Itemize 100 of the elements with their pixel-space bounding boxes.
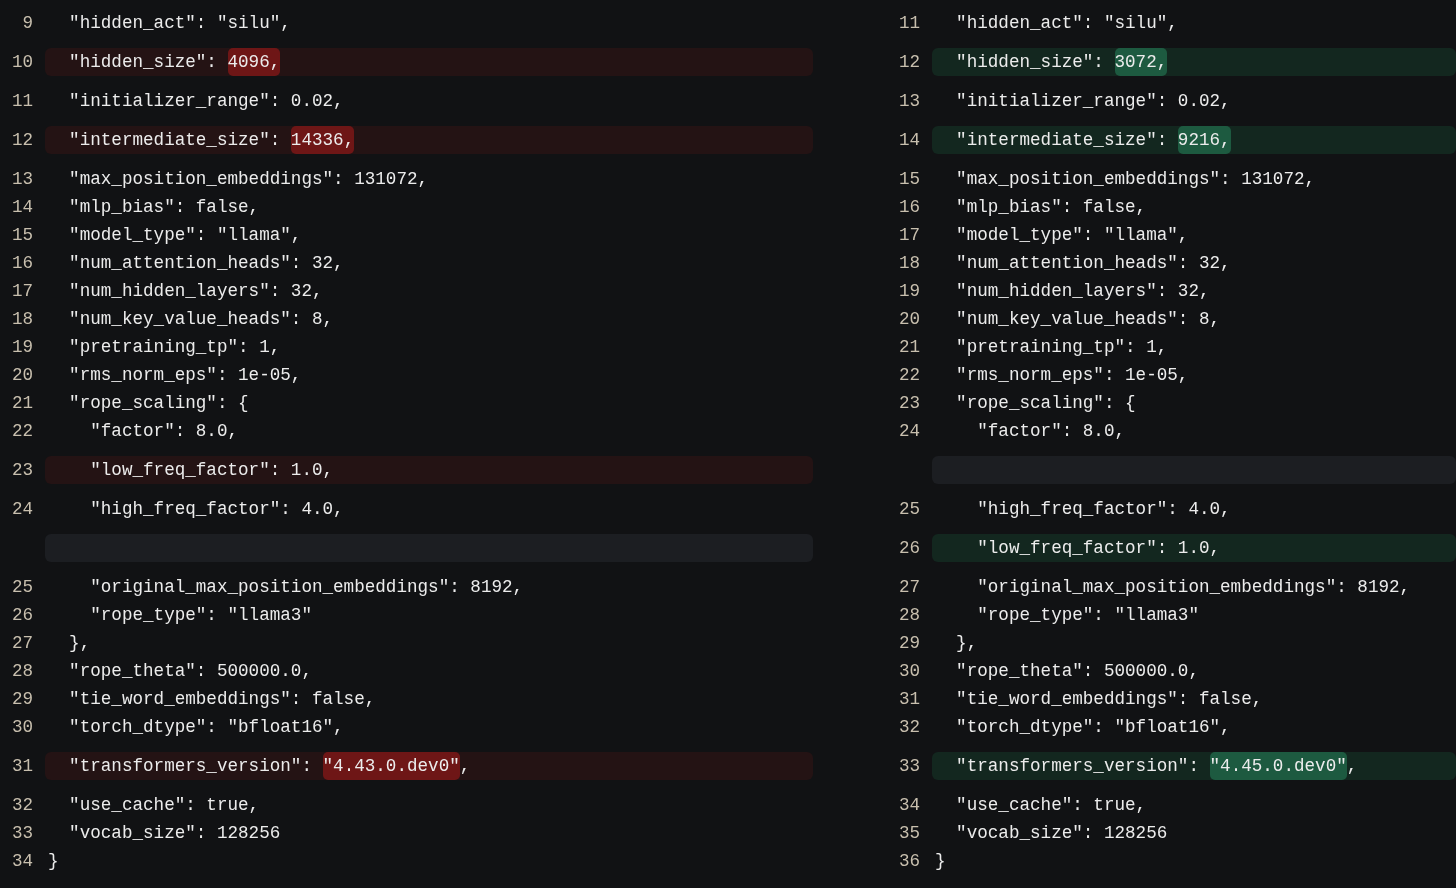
- code-line: "rope_type": "llama3": [89, 603, 312, 627]
- code-line: "num_hidden_layers": 32,: [68, 279, 323, 303]
- code-line: "mlp_bias": false,: [955, 195, 1147, 219]
- line-number: 9: [22, 11, 33, 35]
- code-line: "use_cache": true,: [68, 793, 260, 817]
- code-text: "intermediate_size":: [955, 128, 1169, 152]
- line-number: 31: [898, 687, 920, 711]
- line-number: 15: [898, 167, 920, 191]
- line-number: 36: [898, 849, 920, 873]
- code-line: "rms_norm_eps": 1e-05,: [68, 363, 302, 387]
- changed-text: 3072,: [1114, 47, 1168, 77]
- code-line: "num_key_value_heads": 8,: [68, 307, 334, 331]
- code-text: "hidden_size":: [955, 50, 1105, 74]
- line-number: 16: [11, 251, 33, 275]
- line-number: 11: [898, 11, 920, 35]
- code-text: "low_freq_factor": 1.0,: [976, 536, 1221, 560]
- code-line: "max_position_embeddings": 131072,: [955, 167, 1316, 191]
- code-line: "model_type": "llama",: [68, 223, 302, 247]
- code-text: "transformers_version":: [68, 754, 313, 778]
- line-number: 19: [11, 335, 33, 359]
- line-number: 28: [898, 603, 920, 627]
- code-line: },: [955, 631, 978, 655]
- line-number: 14: [898, 128, 920, 152]
- code-line: }: [934, 849, 946, 873]
- code-line: },: [68, 631, 91, 655]
- code-line: "pretraining_tp": 1,: [955, 335, 1168, 359]
- line-number: 19: [898, 279, 920, 303]
- code-line: "rope_theta": 500000.0,: [955, 659, 1199, 683]
- line-number: 18: [11, 307, 33, 331]
- line-number: 12: [11, 128, 33, 152]
- line-number: 32: [11, 793, 33, 817]
- code-text: "transformers_version":: [955, 754, 1200, 778]
- code-text: ,: [1346, 754, 1358, 778]
- line-number: 21: [11, 391, 33, 415]
- code-line: "tie_word_embeddings": false,: [68, 687, 376, 711]
- line-number: 34: [11, 849, 33, 873]
- line-number: 31: [11, 754, 33, 778]
- line-number: 27: [898, 575, 920, 599]
- code-text: "hidden_size":: [68, 50, 218, 74]
- code-line: "mlp_bias": false,: [68, 195, 260, 219]
- code-text: "intermediate_size":: [68, 128, 282, 152]
- code-line: "pretraining_tp": 1,: [68, 335, 281, 359]
- line-number: 20: [898, 307, 920, 331]
- code-line: "hidden_act": "silu",: [68, 11, 291, 35]
- line-number: 17: [11, 279, 33, 303]
- code-line: "model_type": "llama",: [955, 223, 1189, 247]
- code-text: "low_freq_factor": 1.0,: [89, 458, 334, 482]
- code-line: "factor": 8.0,: [976, 419, 1126, 443]
- line-number: 29: [11, 687, 33, 711]
- code-line: "factor": 8.0,: [89, 419, 239, 443]
- line-number: 25: [898, 497, 920, 521]
- line-number: 12: [898, 50, 920, 74]
- code-text: ,: [459, 754, 471, 778]
- code-line: "rope_theta": 500000.0,: [68, 659, 312, 683]
- line-number: 16: [898, 195, 920, 219]
- line-number: 34: [898, 793, 920, 817]
- line-number: 25: [11, 575, 33, 599]
- code-line: "rope_type": "llama3": [976, 603, 1199, 627]
- changed-text: "4.45.0.dev0": [1209, 751, 1347, 781]
- line-number: 21: [898, 335, 920, 359]
- code-line: "original_max_position_embeddings": 8192,: [976, 575, 1411, 599]
- line-number: 13: [11, 167, 33, 191]
- code-line: "use_cache": true,: [955, 793, 1147, 817]
- line-number: 15: [11, 223, 33, 247]
- code-line: "rope_scaling": {: [955, 391, 1136, 415]
- line-number: 23: [898, 391, 920, 415]
- line-number: 30: [898, 659, 920, 683]
- line-number: 24: [11, 497, 33, 521]
- line-number: 11: [11, 89, 33, 113]
- changed-text: "4.43.0.dev0": [322, 751, 460, 781]
- code-line: }: [47, 849, 59, 873]
- code-line: "num_hidden_layers": 32,: [955, 279, 1210, 303]
- line-number: 27: [11, 631, 33, 655]
- line-number: 17: [898, 223, 920, 247]
- code-line: "high_freq_factor": 4.0,: [976, 497, 1231, 521]
- line-number: 35: [898, 821, 920, 845]
- changed-text: 4096,: [227, 47, 281, 77]
- code-line: "initializer_range": 0.02,: [955, 89, 1231, 113]
- line-number: 24: [898, 419, 920, 443]
- line-number: 18: [898, 251, 920, 275]
- code-line: "high_freq_factor": 4.0,: [89, 497, 344, 521]
- line-number: 10: [11, 50, 33, 74]
- line-number: 22: [898, 363, 920, 387]
- code-line: "rms_norm_eps": 1e-05,: [955, 363, 1189, 387]
- line-number: 26: [11, 603, 33, 627]
- code-line: "hidden_act": "silu",: [955, 11, 1178, 35]
- code-line: "num_key_value_heads": 8,: [955, 307, 1221, 331]
- line-number: 13: [898, 89, 920, 113]
- line-number: 14: [11, 195, 33, 219]
- line-number: 20: [11, 363, 33, 387]
- line-number: 28: [11, 659, 33, 683]
- code-line: "initializer_range": 0.02,: [68, 89, 344, 113]
- code-line: "vocab_size": 128256: [955, 821, 1168, 845]
- code-line: "num_attention_heads": 32,: [955, 251, 1231, 275]
- code-line: "num_attention_heads": 32,: [68, 251, 344, 275]
- code-line: "original_max_position_embeddings": 8192,: [89, 575, 524, 599]
- line-number: 33: [11, 821, 33, 845]
- line-number: 30: [11, 715, 33, 739]
- code-line: "rope_scaling": {: [68, 391, 249, 415]
- changed-text: 14336,: [290, 125, 355, 155]
